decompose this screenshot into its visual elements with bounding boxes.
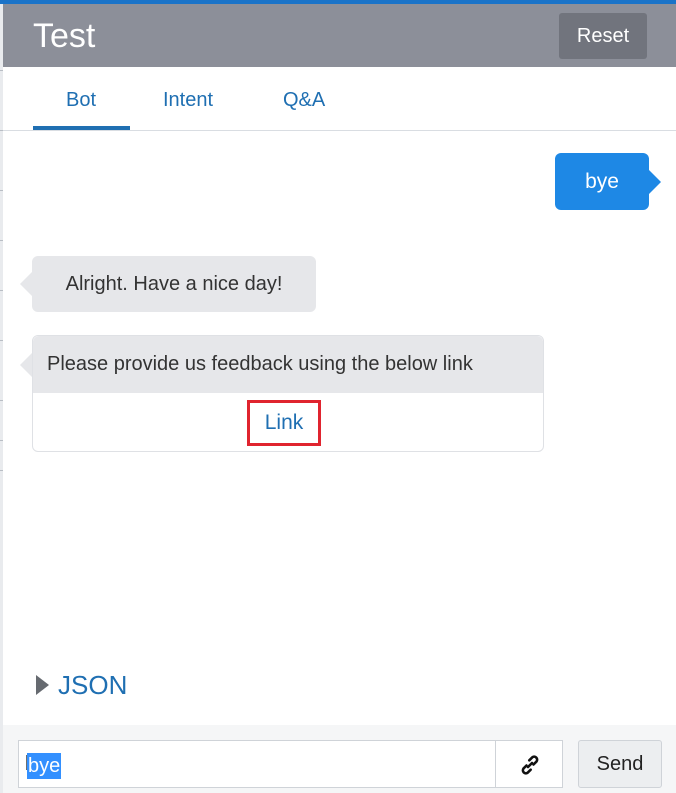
panel-title: Test — [33, 17, 96, 55]
json-toggle-label: JSON — [58, 670, 128, 700]
feedback-link[interactable]: Link — [250, 403, 318, 443]
edge-tick — [0, 400, 3, 401]
caret-right-icon — [36, 675, 49, 695]
user-message-bubble: bye — [555, 153, 661, 210]
link-highlight-box: Link — [247, 400, 321, 446]
link-icon — [521, 755, 539, 775]
attach-link-button[interactable] — [495, 740, 563, 788]
edge-tick — [0, 340, 3, 341]
bot-message-bubble: Alright. Have a nice day! — [20, 256, 316, 312]
edge-tick — [0, 470, 3, 471]
panel-header: Test Reset — [3, 4, 676, 67]
card-text: Please provide us feedback using the bel… — [20, 336, 543, 393]
active-tab-indicator — [33, 126, 130, 130]
composer-bar: bye Send — [3, 725, 676, 793]
input-selection-highlight: bye — [27, 753, 62, 779]
tab-bot[interactable]: Bot — [66, 89, 96, 112]
test-panel: Test Reset Bot Intent Q&A bye Alright. H… — [0, 0, 676, 793]
edge-tick — [0, 290, 3, 291]
message-input[interactable] — [18, 740, 496, 788]
tab-intent[interactable]: Intent — [163, 89, 213, 112]
edge-tick — [0, 240, 3, 241]
tab-bar: Bot Intent Q&A — [3, 67, 676, 131]
reset-button[interactable]: Reset — [559, 13, 647, 59]
bot-feedback-card: Please provide us feedback using the bel… — [20, 335, 544, 452]
send-button[interactable]: Send — [578, 740, 662, 788]
edge-tick — [0, 190, 3, 191]
tab-qa[interactable]: Q&A — [283, 89, 325, 112]
edge-tick — [0, 440, 3, 441]
